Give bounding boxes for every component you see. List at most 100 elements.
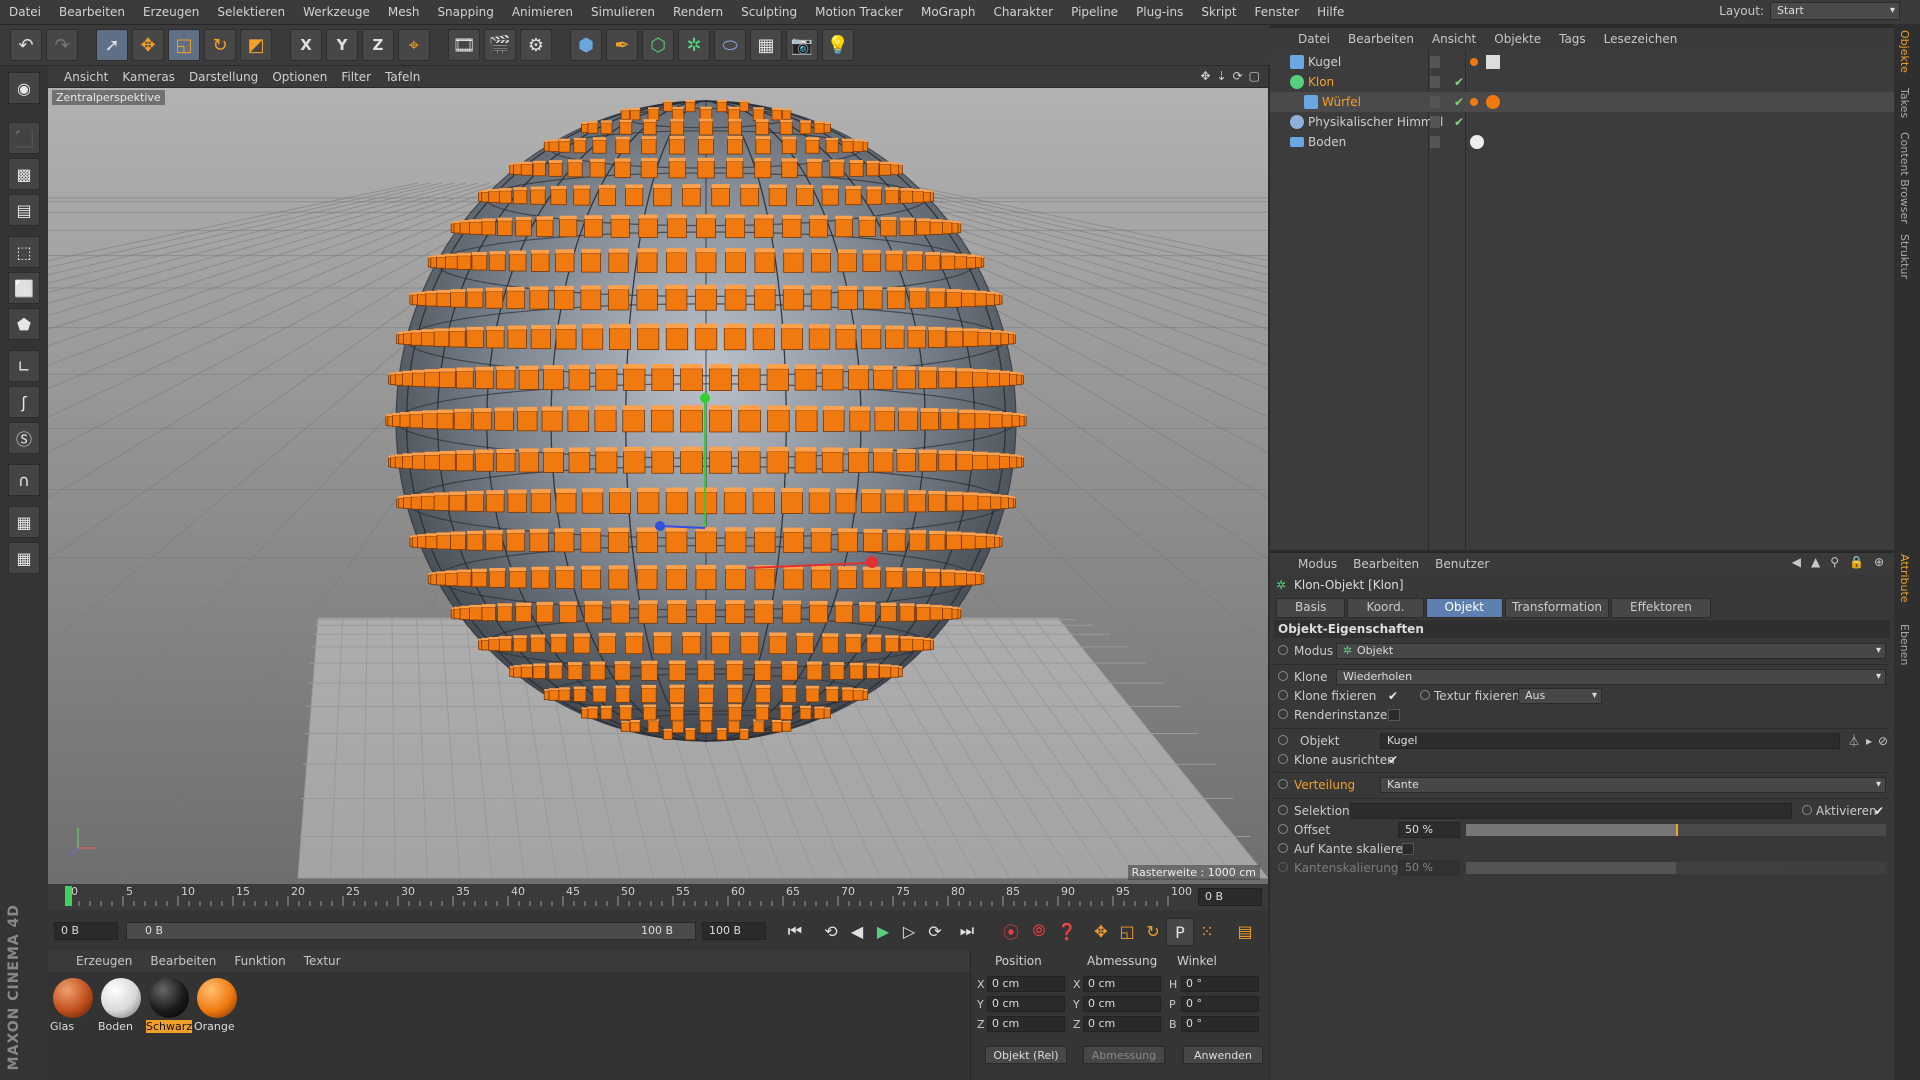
material-tag-icon[interactable] [1486, 95, 1500, 109]
cloner-icon[interactable]: ✲ [678, 29, 710, 61]
timeline-window-icon[interactable]: ▤ [1232, 918, 1258, 944]
visibility-toggle[interactable] [1430, 96, 1440, 108]
selektion-field[interactable] [1350, 803, 1792, 819]
object-menu-objekte[interactable]: Objekte [1490, 32, 1545, 46]
side-tab-content-browser[interactable]: Content Browser [1898, 132, 1911, 224]
klone-fixieren-checkbox[interactable]: ✔ [1388, 690, 1400, 702]
animation-dot[interactable] [1420, 690, 1430, 700]
size-z-field[interactable]: 0 cm [1083, 1016, 1161, 1032]
x-axis-icon[interactable]: X [290, 29, 322, 61]
rotate-icon[interactable]: ↻ [204, 29, 236, 61]
menu-snapping[interactable]: Snapping [428, 5, 502, 19]
menu-animieren[interactable]: Animieren [503, 5, 582, 19]
visibility-toggle[interactable] [1430, 56, 1440, 68]
animation-dot[interactable] [1278, 709, 1288, 719]
texture-mode-icon[interactable]: ▩ [8, 158, 40, 190]
layout-select[interactable]: Start [1770, 2, 1900, 20]
object-menu-datei[interactable]: Datei [1294, 32, 1334, 46]
menu-mesh[interactable]: Mesh [379, 5, 429, 19]
move-icon[interactable]: ✥ [132, 29, 164, 61]
points-mode-icon[interactable]: ⬚ [8, 236, 40, 268]
menu-mograph[interactable]: MoGraph [912, 5, 985, 19]
key-rotation-icon[interactable]: ↻ [1140, 918, 1166, 944]
animation-dot[interactable] [1278, 862, 1288, 872]
material-tag-icon[interactable] [1470, 135, 1484, 149]
pick-object-icon[interactable]: ⏃ [1848, 732, 1860, 750]
animation-dot[interactable] [1278, 735, 1288, 745]
workplane-mode-icon[interactable]: ▤ [8, 194, 40, 226]
go-to-end-icon[interactable]: ⏭ [954, 918, 980, 944]
menu-bearbeiten[interactable]: Bearbeiten [50, 5, 134, 19]
offset-field[interactable]: 50 % [1398, 822, 1460, 838]
aktivieren-checkbox[interactable]: ✔ [1874, 805, 1886, 817]
rotation-p-field[interactable]: 0 ° [1181, 996, 1259, 1012]
cube-icon[interactable]: ⬢ [570, 29, 602, 61]
subdivision-icon[interactable]: ⬡ [642, 29, 674, 61]
coord-mode-dropdown[interactable]: Objekt (Rel) [985, 1046, 1067, 1064]
visibility-toggle[interactable] [1430, 76, 1440, 88]
side-tab-ebenen[interactable]: Ebenen [1898, 624, 1911, 665]
menu-simulieren[interactable]: Simulieren [582, 5, 664, 19]
camera-icon[interactable]: 📷 [786, 29, 818, 61]
menu-fenster[interactable]: Fenster [1246, 5, 1309, 19]
next-frame-icon[interactable]: ▷ [896, 918, 922, 944]
rotation-h-field[interactable]: 0 ° [1181, 976, 1259, 992]
previous-frame-icon[interactable]: ◀ [844, 918, 870, 944]
renderinstanzen-checkbox[interactable] [1388, 709, 1400, 721]
object-row-kugel[interactable]: Kugel [1270, 52, 1894, 72]
tab-koord[interactable]: Koord. [1347, 598, 1424, 618]
object-row-klon[interactable]: Klon ✔ [1270, 72, 1894, 92]
key-scale-icon[interactable]: ◱ [1114, 918, 1140, 944]
attribute-menu-modus[interactable]: Modus [1294, 557, 1341, 571]
menu-plugins[interactable]: Plug-ins [1127, 5, 1192, 19]
offset-slider-handle[interactable] [1676, 824, 1678, 836]
lock-icon[interactable]: 🔒 [1849, 555, 1864, 569]
kantenskalierung-slider[interactable] [1466, 862, 1886, 874]
menu-rendern[interactable]: Rendern [664, 5, 732, 19]
menu-selektieren[interactable]: Selektieren [208, 5, 294, 19]
undo-icon[interactable]: ↶ [10, 29, 42, 61]
klone-dropdown[interactable]: Wiederholen [1336, 669, 1886, 685]
object-menu-bearbeiten[interactable]: Bearbeiten [1344, 32, 1418, 46]
animation-dot[interactable] [1278, 690, 1288, 700]
timeline[interactable]: 0 5 10 15 20 25 30 35 40 45 50 55 60 65 70 75 80 85 90 95 10… [48, 884, 1268, 910]
material-menu-bearbeiten[interactable]: Bearbeiten [146, 954, 220, 968]
apply-button[interactable]: Anwenden [1183, 1046, 1263, 1064]
tag-icon[interactable] [1470, 98, 1478, 106]
viewport-menu-ansicht[interactable]: Ansicht [58, 70, 114, 84]
menu-hilfe[interactable]: Hilfe [1308, 5, 1353, 19]
objekt-link-field[interactable]: Kugel [1380, 733, 1840, 749]
play-icon[interactable]: ▶ [870, 918, 896, 944]
visibility-toggle[interactable] [1430, 136, 1440, 148]
menu-skript[interactable]: Skript [1192, 5, 1245, 19]
rotation-b-field[interactable]: 0 ° [1181, 1016, 1259, 1032]
edges-mode-icon[interactable]: ⬜ [8, 272, 40, 304]
material-item[interactable]: Orange [194, 978, 240, 1033]
kantenskalierung-field[interactable]: 50 % [1398, 860, 1460, 876]
material-menu-textur[interactable]: Textur [300, 954, 345, 968]
viewport-menu-darstellung[interactable]: Darstellung [183, 70, 264, 84]
tab-basis[interactable]: Basis [1276, 598, 1346, 618]
move-view-icon[interactable]: ✥ [1200, 69, 1210, 83]
animation-dot[interactable] [1278, 824, 1288, 834]
size-y-field[interactable]: 0 cm [1083, 996, 1161, 1012]
tweak-mode-icon[interactable]: ʃ [8, 386, 40, 418]
scale-icon[interactable]: ◱ [168, 29, 200, 61]
menu-werkzeuge[interactable]: Werkzeuge [294, 5, 379, 19]
snap-icon[interactable]: Ⓢ [8, 422, 40, 454]
modus-dropdown[interactable]: ✲ Objekt [1336, 643, 1886, 659]
side-tab-objekte[interactable]: Objekte [1898, 30, 1911, 73]
animation-dot[interactable] [1802, 805, 1812, 815]
material-item[interactable]: Schwarz [146, 978, 192, 1033]
animation-dot[interactable] [1278, 779, 1288, 789]
keyframe-selection-icon[interactable]: ❓ [1054, 918, 1080, 944]
material-item[interactable]: Boden [98, 978, 144, 1033]
enabled-check-icon[interactable]: ✔ [1454, 112, 1464, 132]
tab-objekt[interactable]: Objekt [1425, 598, 1503, 618]
coord-size-dropdown[interactable]: Abmessung [1083, 1046, 1165, 1064]
attribute-menu-bearbeiten[interactable]: Bearbeiten [1349, 557, 1423, 571]
record-active-icon[interactable]: ⦿ [998, 918, 1024, 944]
side-tab-struktur[interactable]: Struktur [1898, 234, 1911, 279]
menu-charakter[interactable]: Charakter [984, 5, 1062, 19]
start-frame-field[interactable]: 0 B [54, 922, 118, 940]
